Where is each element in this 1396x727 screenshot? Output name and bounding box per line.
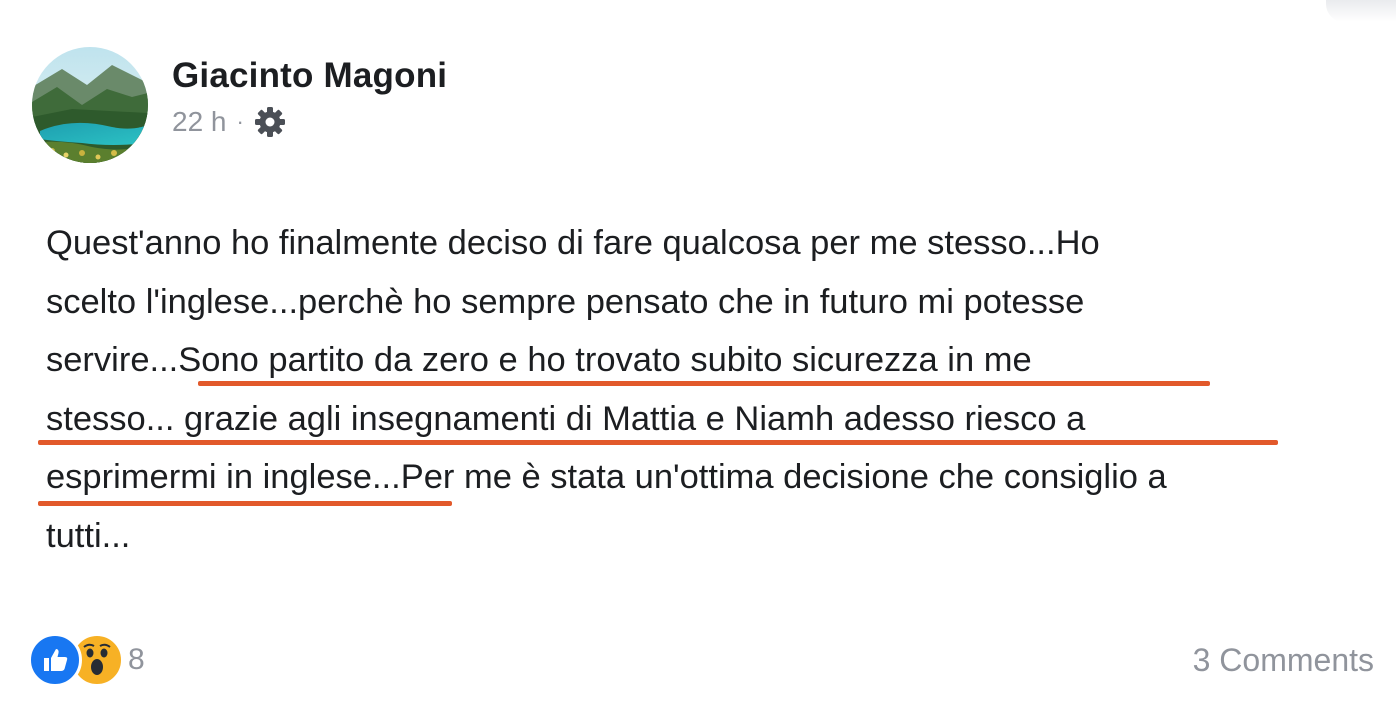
post-text-line: tutti... xyxy=(46,516,131,555)
avatar-landscape-image xyxy=(32,47,148,163)
post-footer: 8 3 Comments xyxy=(28,632,1374,688)
post-text-line: Quest'anno ho finalmente deciso di fare … xyxy=(46,224,1100,262)
post-text: Quest'anno ho finalmente deciso di fare … xyxy=(46,214,1386,565)
reactions-summary[interactable]: 8 xyxy=(28,633,145,687)
post-text-line: esprimermi in inglese...Per me è stata u… xyxy=(46,458,1167,496)
post-text-line: scelto l'inglese...perchè ho sempre pens… xyxy=(46,282,1085,321)
comments-link[interactable]: 3 Comments xyxy=(1193,642,1374,679)
reaction-count: 8 xyxy=(128,643,145,676)
post-timestamp[interactable]: 22 h xyxy=(172,106,227,138)
meta-separator: · xyxy=(236,109,244,134)
window-corner xyxy=(1326,0,1396,22)
highlight-underline xyxy=(38,501,452,506)
like-icon xyxy=(28,633,82,687)
author-name[interactable]: Giacinto Magoni xyxy=(172,56,447,96)
highlight-underline xyxy=(198,381,1210,386)
avatar[interactable] xyxy=(32,47,148,163)
post-meta: 22 h · xyxy=(172,104,288,140)
gear-icon[interactable] xyxy=(252,104,288,140)
facebook-post: Giacinto Magoni 22 h · Quest'anno ho fin… xyxy=(0,0,1396,727)
highlight-underline xyxy=(38,440,1278,445)
